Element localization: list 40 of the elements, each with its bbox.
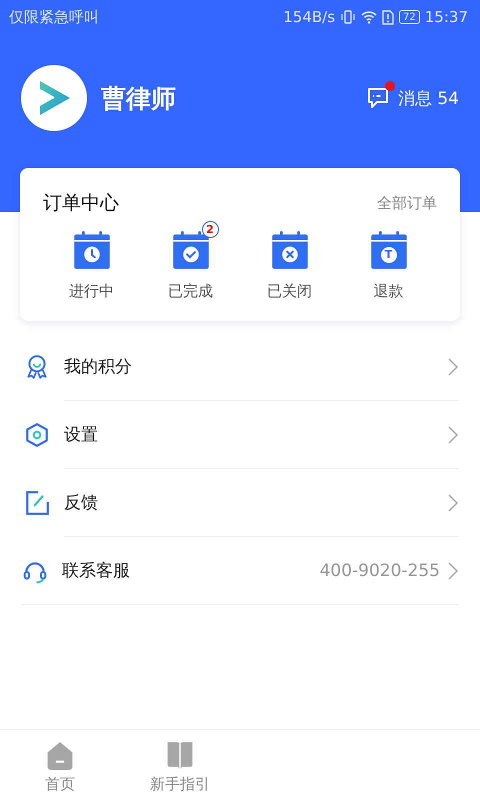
menu-label: 反馈 (64, 492, 99, 514)
sim-alert-icon (382, 10, 394, 24)
vibrate-icon (340, 9, 356, 25)
home-icon (45, 740, 75, 771)
all-orders-link[interactable]: 全部订单 (377, 194, 437, 212)
calendar-cross-icon (272, 230, 308, 270)
messages-link[interactable]: 消息 54 (398, 86, 459, 110)
phone-number: 400-9020-255 (320, 560, 440, 580)
chevron-right-icon (448, 358, 458, 376)
menu-label: 我的积分 (64, 356, 133, 378)
menu-label: 联系客服 (62, 560, 131, 582)
menu-row[interactable]: 设置 (64, 401, 458, 469)
carrier-text: 仅限紧急呼叫 (9, 8, 99, 26)
tab-item[interactable]: 首页 (0, 730, 120, 800)
settings-icon (24, 422, 50, 448)
book-icon (165, 740, 195, 771)
message-icon[interactable] (366, 86, 390, 110)
clock-time: 15:37 (424, 8, 468, 26)
wifi-icon (361, 10, 378, 24)
calendar-check-icon (172, 230, 208, 270)
card-title: 订单中心 (43, 191, 119, 216)
play-logo-icon (37, 79, 71, 117)
battery-indicator: 72 (399, 10, 420, 24)
count-badge: 2 (202, 221, 218, 238)
edit-icon (24, 490, 50, 516)
user-name: 曹律师 (101, 82, 177, 114)
calendar-clock-icon (74, 230, 110, 270)
menu-row[interactable]: 我的积分 (64, 333, 458, 401)
order-status-button[interactable]: 2 已完成 (154, 220, 227, 301)
chevron-right-icon (448, 426, 458, 444)
order-status-button[interactable]: 已关闭 (253, 220, 326, 301)
order-status-button[interactable]: T 退款 (356, 220, 420, 301)
network-speed: 154B/s (283, 8, 336, 26)
order-status-button[interactable]: 进行中 (55, 220, 128, 301)
chevron-right-icon (448, 562, 458, 580)
menu-row[interactable]: 反馈 (64, 469, 458, 537)
menu-label: 设置 (64, 424, 99, 446)
menu-row[interactable]: 联系客服 400-9020-255 (22, 537, 458, 605)
tab-item[interactable]: 新手指引 (120, 730, 240, 800)
chevron-right-icon (448, 494, 458, 512)
